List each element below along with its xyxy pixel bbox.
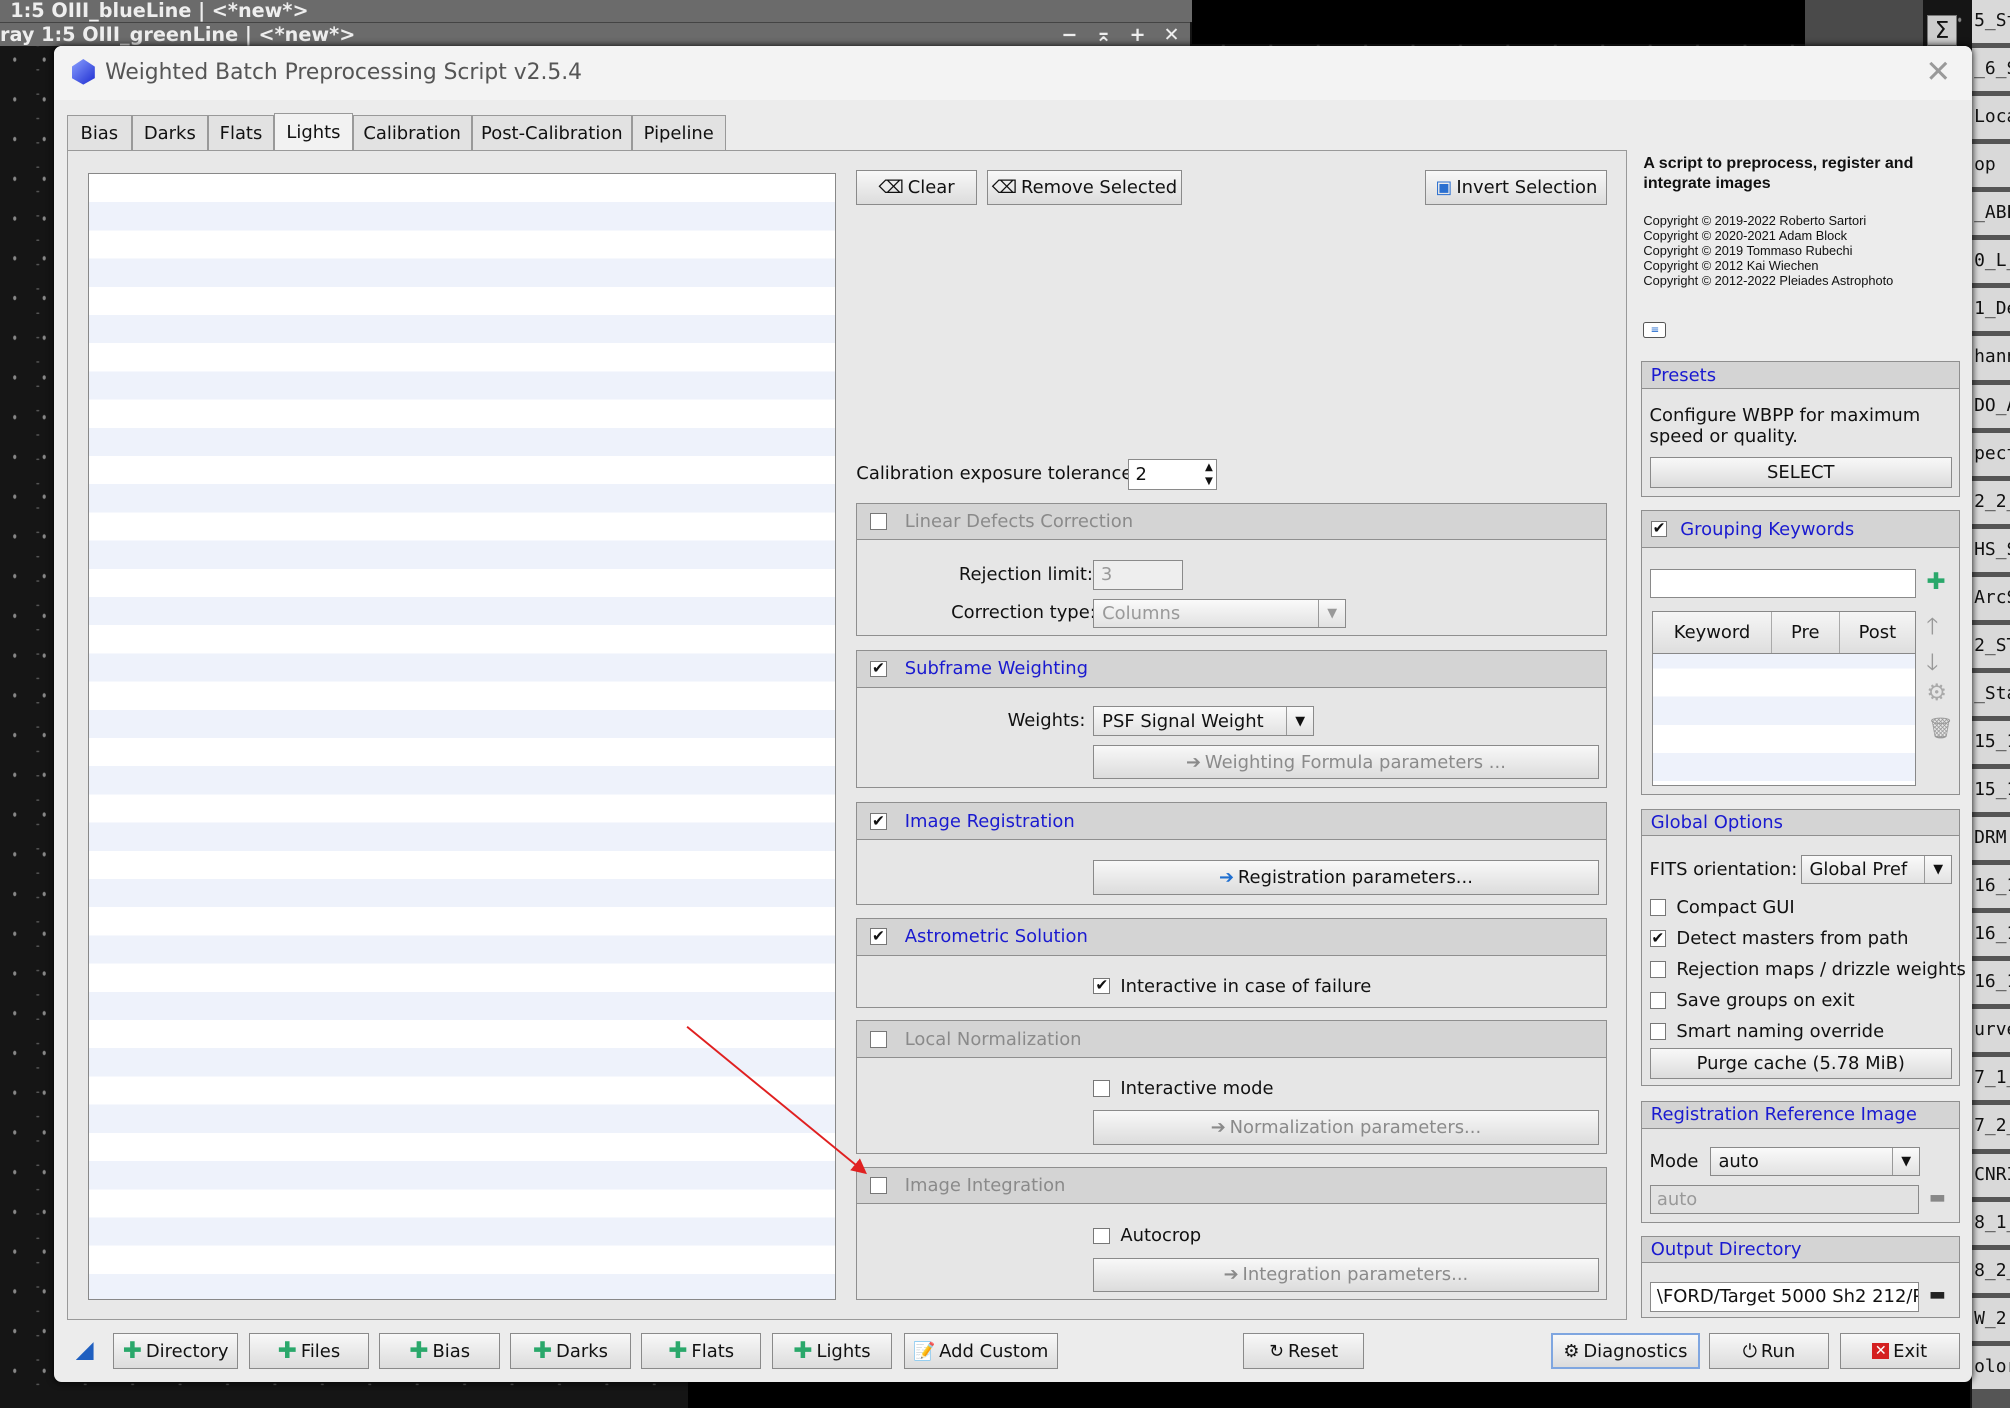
reference-image-path[interactable]: auto (1649, 1185, 1919, 1214)
presets-panel: Presets Configure WBPP for maximum speed… (1640, 361, 1960, 498)
purge-cache-button[interactable]: Purge cache (5.78 MiB) (1649, 1048, 1953, 1080)
plus-icon: ✚ (409, 1337, 429, 1364)
reset-icon: ↻ (1269, 1340, 1285, 1362)
power-icon: ⏻ (1742, 1340, 1757, 1362)
grouping-keywords-checkbox[interactable]: ✔ (1650, 521, 1668, 538)
global-option-label: Rejection maps / drizzle weights (1676, 958, 1966, 980)
chevron-down-icon: ▼ (1892, 1148, 1919, 1176)
copyright-line: Copyright © 2020-2021 Adam Block (1643, 227, 1848, 243)
info-heading: A script to preprocess, register and int… (1643, 153, 1914, 193)
add-flats-button[interactable]: ✚ Flats (640, 1333, 762, 1370)
global-option-checkbox[interactable] (1649, 899, 1667, 916)
column-header-keyword[interactable]: Keyword (1653, 612, 1772, 654)
global-option-checkbox[interactable] (1649, 992, 1667, 1009)
global-option-label: Smart naming override (1676, 1020, 1885, 1042)
plus-icon: ✚ (122, 1337, 143, 1364)
gear-icon: ⚙ (1563, 1340, 1580, 1362)
global-option[interactable]: Save groups on exit (1649, 985, 1966, 1016)
global-options-panel: Global Options FITS orientation: Global … (1640, 808, 1966, 1086)
fits-orientation-select[interactable]: Global Pref ▼ (1800, 854, 1953, 885)
close-icon: ✕ (1872, 1343, 1890, 1360)
column-header-post[interactable]: Post (1840, 612, 1915, 653)
global-option-label: Compact GUI (1676, 896, 1795, 918)
copyright-line: Copyright © 2012-2022 Pleiades Astrophot… (1643, 272, 1894, 288)
presets-description: Configure WBPP for maximum speed or qual… (1649, 405, 1921, 447)
keyword-input[interactable] (1649, 568, 1917, 599)
chevron-down-icon: ▼ (1924, 855, 1951, 884)
move-up-icon[interactable]: 🡑 (1926, 609, 1938, 649)
add-bias-button[interactable]: ✚ Bias (379, 1333, 500, 1370)
global-option-checkbox[interactable] (1649, 1023, 1667, 1040)
global-option-checkbox[interactable]: ✔ (1649, 930, 1667, 947)
global-option-label: Detect masters from path (1676, 927, 1909, 949)
add-lights-button[interactable]: ✚ Lights (771, 1333, 893, 1370)
add-custom-button[interactable]: 📝 Add Custom (903, 1333, 1058, 1370)
global-option-checkbox[interactable] (1649, 961, 1667, 978)
mode-label: Mode (1649, 1150, 1699, 1172)
global-option[interactable]: Rejection maps / drizzle weights (1649, 954, 1966, 985)
copyright-line: Copyright © 2019 Tommaso Rubechi (1643, 242, 1853, 258)
presets-select-button[interactable]: SELECT (1649, 457, 1953, 489)
keyword-table[interactable]: Keyword Pre Post (1652, 611, 1917, 786)
output-directory-input[interactable]: \FORD/Target 5000 Sh2 212/P (1649, 1281, 1919, 1313)
run-button[interactable]: ⏻ Run (1708, 1333, 1830, 1370)
exit-button[interactable]: ✕ Exit (1839, 1333, 1960, 1370)
global-option[interactable]: Compact GUI (1649, 892, 1966, 923)
folder-icon[interactable]: ▬ (1929, 1187, 1946, 1208)
add-directory-button[interactable]: ✚ Directory (112, 1333, 239, 1370)
output-directory-panel: Output Directory \FORD/Target 5000 Sh2 2… (1640, 1235, 1960, 1318)
grouping-keywords-panel: ✔ Grouping Keywords Keyword Pre Post ✚ 🡑 … (1640, 510, 1960, 795)
copyright-block: Copyright © 2019-2022 Roberto Sartori Cop… (1643, 213, 1893, 288)
add-files-button[interactable]: ✚ Files (248, 1333, 370, 1370)
column-header-pre[interactable]: Pre (1772, 612, 1840, 654)
plus-icon: ✚ (793, 1337, 813, 1364)
fits-orientation-label: FITS orientation: (1649, 858, 1798, 880)
trash-icon[interactable]: 🗑 (1928, 716, 1954, 741)
diagnostics-button[interactable]: ⚙ Diagnostics (1551, 1333, 1700, 1370)
move-down-icon[interactable]: 🡓 (1926, 645, 1938, 685)
plus-icon: ✚ (668, 1337, 688, 1364)
copyright-line: Copyright © 2012 Kai Wiechen (1643, 257, 1819, 273)
reference-mode-select[interactable]: auto ▼ (1709, 1147, 1920, 1177)
document-edit-icon: 📝 (912, 1340, 936, 1362)
folder-icon[interactable]: ▬ (1929, 1284, 1946, 1305)
plus-icon: ✚ (277, 1337, 297, 1364)
global-option[interactable]: ✔ Detect masters from path (1649, 923, 1966, 954)
global-option[interactable]: Smart naming override (1649, 1016, 1966, 1047)
gear-icon[interactable]: ⚙ (1926, 680, 1947, 706)
plus-icon: ✚ (532, 1337, 553, 1364)
reset-button[interactable]: ↻ Reset (1243, 1333, 1364, 1370)
registration-reference-panel: Registration Reference Image Mode auto ▼ … (1640, 1101, 1960, 1223)
add-keyword-icon[interactable]: ✚ (1926, 571, 1945, 594)
global-option-label: Save groups on exit (1676, 989, 1855, 1011)
copyright-line: Copyright © 2019-2022 Roberto Sartori (1643, 212, 1867, 228)
comment-icon[interactable]: ≡ (1643, 321, 1667, 339)
add-darks-button[interactable]: ✚ Darks (510, 1333, 631, 1370)
